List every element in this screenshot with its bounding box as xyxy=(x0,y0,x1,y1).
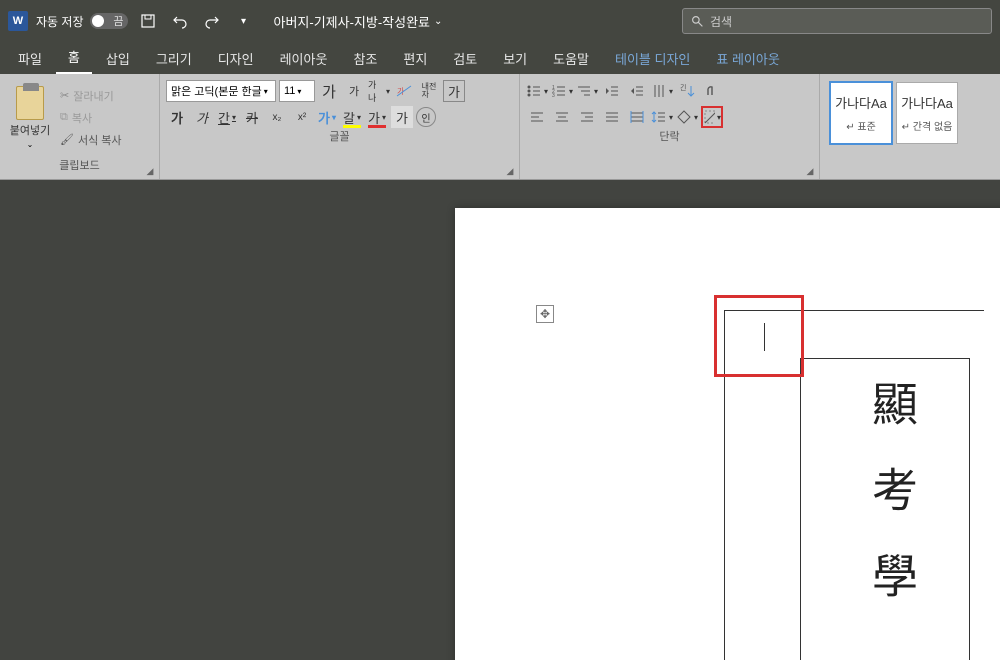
grow-font-button[interactable]: 가 xyxy=(318,80,340,102)
group-paragraph: ▾ 123▾ ▾ ▾ 긴 ▾ ▾ ▾ 단락 ◢ xyxy=(520,74,820,179)
align-left-button[interactable] xyxy=(526,106,548,128)
char-shading-button[interactable]: 가 xyxy=(391,106,413,128)
search-input[interactable]: 검색 xyxy=(682,8,992,34)
tab-references[interactable]: 참조 xyxy=(341,43,389,74)
text-cursor xyxy=(764,323,765,351)
autosave-label: 자동 저장 xyxy=(36,13,84,30)
document-title[interactable]: 아버지-기제사-지방-작성완료 ⌄ xyxy=(274,12,443,31)
title-bar: W 자동 저장 끔 ▾ 아버지-기제사-지방-작성완료 ⌄ 검색 xyxy=(0,0,1000,42)
style-item-no-spacing[interactable]: 가나다Aa ↵ 간격 없음 xyxy=(896,82,958,144)
bold-button[interactable]: 가 xyxy=(166,106,188,128)
font-color-button[interactable]: 가▾ xyxy=(366,106,388,128)
text-effects-button[interactable]: 가▾ xyxy=(316,106,338,128)
svg-text:3: 3 xyxy=(552,93,555,99)
redo-button[interactable] xyxy=(200,9,224,33)
copy-icon: ⧉ xyxy=(60,111,68,124)
toggle-knob xyxy=(92,15,104,27)
font-size-combo[interactable]: 11▾ xyxy=(279,80,315,102)
phonetic-guide-button[interactable]: 가나▾ xyxy=(368,80,390,102)
borders-button[interactable]: ▾ xyxy=(701,106,723,128)
group-label-clipboard: 클립보드 xyxy=(6,157,153,175)
word-app-icon: W xyxy=(8,11,28,31)
tab-review[interactable]: 검토 xyxy=(441,43,489,74)
toggle-switch[interactable]: 끔 xyxy=(90,13,128,29)
highlight-button[interactable]: 갈▾ xyxy=(341,106,363,128)
chevron-down-icon: ▾ xyxy=(264,87,268,96)
tab-layout[interactable]: 레이아웃 xyxy=(268,43,340,74)
hangul-hanja-button[interactable]: 가 xyxy=(393,80,415,102)
tab-home[interactable]: 홈 xyxy=(56,41,92,74)
align-right-button[interactable] xyxy=(576,106,598,128)
style-item-normal[interactable]: 가나다Aa ↵ 표준 xyxy=(830,82,892,144)
superscript-button[interactable]: x² xyxy=(291,106,313,128)
table-move-handle[interactable]: ✥ xyxy=(536,305,554,323)
group-label-paragraph: 단락 xyxy=(526,128,813,146)
group-clipboard: 붙여넣기 ⌄ ✂잘라내기 ⧉복사 🖌서식 복사 클립보드 ◢ xyxy=(0,74,160,179)
format-painter-button[interactable]: 🖌서식 복사 xyxy=(58,130,124,150)
font-launcher[interactable]: ◢ xyxy=(504,165,516,177)
ribbon-tabs: 파일 홈 삽입 그리기 디자인 레이아웃 참조 편지 검토 보기 도움말 테이블… xyxy=(0,42,1000,74)
tab-help[interactable]: 도움말 xyxy=(541,43,601,74)
underline-button[interactable]: 간▾ xyxy=(216,106,238,128)
tab-mailings[interactable]: 편지 xyxy=(391,43,439,74)
scissors-icon: ✂ xyxy=(60,89,69,102)
paste-icon xyxy=(16,86,44,120)
group-font: 맑은 고딕(본문 한글▾ 11▾ 가 가 가나▾ 가 내전 자 가 가 가 간▾… xyxy=(160,74,520,179)
copy-button[interactable]: ⧉복사 xyxy=(58,108,124,128)
distribute-button[interactable] xyxy=(626,106,648,128)
change-case-button[interactable]: 내전 자 xyxy=(418,80,440,102)
increase-indent-button[interactable] xyxy=(626,80,648,102)
sort-button[interactable]: 긴 xyxy=(676,80,698,102)
cut-button[interactable]: ✂잘라내기 xyxy=(58,86,124,106)
numbering-button[interactable]: 123▾ xyxy=(551,80,573,102)
tab-insert[interactable]: 삽입 xyxy=(94,43,142,74)
search-placeholder: 검색 xyxy=(710,13,732,30)
asian-layout-button[interactable]: ▾ xyxy=(651,80,673,102)
ribbon: 붙여넣기 ⌄ ✂잘라내기 ⧉복사 🖌서식 복사 클립보드 ◢ 맑은 고딕(본문 … xyxy=(0,74,1000,180)
autosave-toggle[interactable]: 자동 저장 끔 xyxy=(36,13,128,30)
tab-draw[interactable]: 그리기 xyxy=(144,43,204,74)
italic-button[interactable]: 가 xyxy=(191,106,213,128)
font-name-combo[interactable]: 맑은 고딕(본문 한글▾ xyxy=(166,80,276,102)
multilevel-list-button[interactable]: ▾ xyxy=(576,80,598,102)
brush-icon: 🖌 xyxy=(60,133,74,146)
enclose-char-button[interactable]: 인 xyxy=(416,107,436,127)
qat-customize[interactable]: ▾ xyxy=(232,9,256,33)
chevron-down-icon: ▾ xyxy=(297,87,301,96)
subscript-button[interactable]: x₂ xyxy=(266,106,288,128)
align-center-button[interactable] xyxy=(551,106,573,128)
save-button[interactable] xyxy=(136,9,160,33)
group-styles: 가나다Aa ↵ 표준 가나다Aa ↵ 간격 없음 xyxy=(820,74,1000,179)
tab-table-layout[interactable]: 표 레이아웃 xyxy=(704,43,791,74)
paste-button[interactable]: 붙여넣기 ⌄ xyxy=(6,78,54,157)
svg-text:긴: 긴 xyxy=(680,83,686,92)
highlight-annotation xyxy=(714,295,804,377)
tab-view[interactable]: 보기 xyxy=(491,43,539,74)
chevron-down-icon: ⌄ xyxy=(27,140,34,149)
document-area: ✥ 顯考學 xyxy=(0,180,1000,660)
search-icon xyxy=(691,15,704,28)
tab-file[interactable]: 파일 xyxy=(6,43,54,74)
tab-design[interactable]: 디자인 xyxy=(206,43,266,74)
shading-button[interactable]: ▾ xyxy=(676,106,698,128)
show-marks-button[interactable] xyxy=(701,80,723,102)
paragraph-launcher[interactable]: ◢ xyxy=(804,165,816,177)
undo-button[interactable] xyxy=(168,9,192,33)
chevron-down-icon: ⌄ xyxy=(434,16,442,27)
vertical-text-content[interactable]: 顯考學 xyxy=(858,380,924,638)
bullets-button[interactable]: ▾ xyxy=(526,80,548,102)
justify-button[interactable] xyxy=(601,106,623,128)
line-spacing-button[interactable]: ▾ xyxy=(651,106,673,128)
shrink-font-button[interactable]: 가 xyxy=(343,80,365,102)
group-label-font: 글꼴 xyxy=(166,128,513,146)
decrease-indent-button[interactable] xyxy=(601,80,623,102)
clipboard-launcher[interactable]: ◢ xyxy=(144,165,156,177)
strikethrough-button[interactable]: 카 xyxy=(241,106,263,128)
toggle-state: 끔 xyxy=(113,13,123,29)
tab-table-design[interactable]: 테이블 디자인 xyxy=(603,43,702,74)
char-border-button[interactable]: 가 xyxy=(443,80,465,102)
